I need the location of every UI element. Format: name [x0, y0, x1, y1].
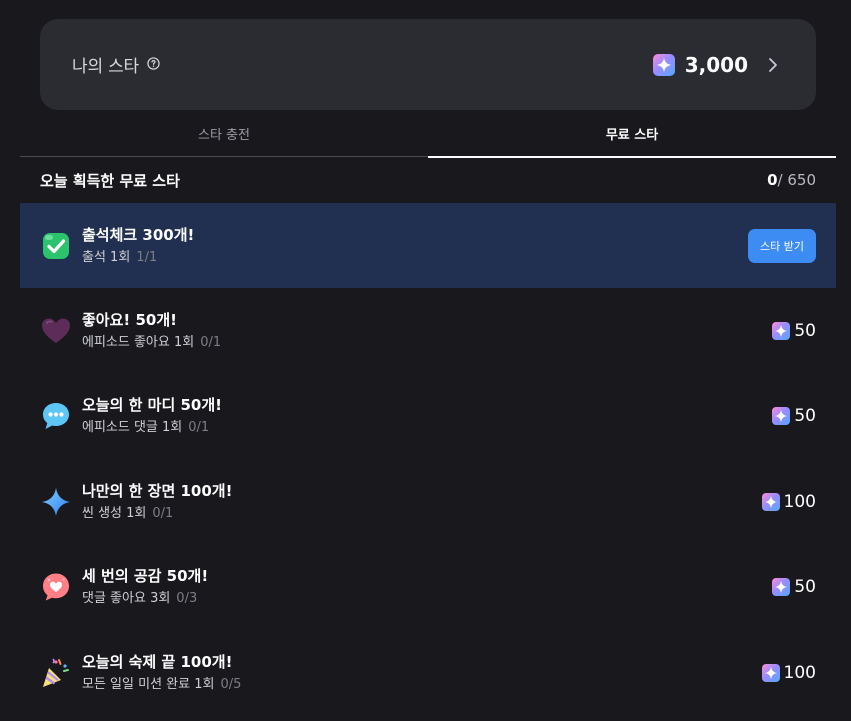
reward-amount: 100 [783, 662, 816, 683]
mission-row-comment: 오늘의 한 마디 50개! 에피소드 댓글 1회 0/1 50 [20, 373, 836, 458]
reward-amount: 50 [794, 320, 816, 341]
summary-current: 0 [767, 171, 778, 189]
star-coin-icon [761, 663, 780, 682]
mission-reward: 100 [761, 662, 816, 683]
mission-title: 오늘의 한 마디 50개! [82, 396, 222, 414]
star-coin-icon [652, 53, 675, 76]
my-star-label: 나의 스타 [72, 57, 139, 77]
mission-progress: 0/1 [200, 335, 222, 350]
reward-amount: 50 [794, 576, 816, 597]
mission-subtitle: 댓글 좋아요 3회 [82, 591, 171, 606]
sparkle-icon [40, 486, 72, 518]
chevron-right-icon[interactable] [768, 57, 778, 73]
reward-amount: 50 [794, 405, 816, 426]
star-coin-icon [761, 492, 780, 511]
tab-star-charge[interactable]: 스타 충전 [20, 110, 428, 157]
mission-title: 좋아요! 50개! [82, 311, 177, 329]
party-popper-icon [40, 657, 72, 689]
star-coin-icon [772, 577, 791, 596]
mission-progress: 0/1 [188, 420, 210, 435]
heart-icon [40, 315, 72, 347]
mission-reward: 50 [772, 577, 816, 597]
star-balance-value: 3,000 [684, 52, 748, 77]
claim-star-button[interactable]: 스타 받기 [748, 228, 816, 263]
summary-count: 0/ 650 [767, 171, 816, 189]
mission-reward: 100 [761, 491, 816, 512]
check-icon [40, 230, 72, 262]
tab-free-star[interactable]: 무료 스타 [428, 110, 836, 158]
mission-row-attendance: 출석체크 300개! 출석 1회 1/1 스타 받기 [20, 203, 836, 288]
reward-amount: 100 [783, 491, 816, 512]
mission-subtitle: 씬 생성 1회 [82, 506, 147, 521]
mission-title: 나만의 한 장면 100개! [82, 482, 233, 500]
mission-reward: 50 [772, 406, 816, 426]
star-coin-icon [772, 321, 791, 340]
mission-progress: 0/3 [176, 591, 198, 606]
summary-title: 오늘 획득한 무료 스타 [40, 171, 180, 190]
mission-title: 출석체크 300개! [82, 226, 195, 244]
mission-progress: 0/1 [152, 506, 174, 521]
mission-row-all-daily: 오늘의 숙제 끝 100개! 모든 일일 미션 완료 1회 0/5 100 [20, 630, 836, 715]
mission-subtitle: 에피소드 댓글 1회 [82, 420, 183, 435]
heart-bubble-icon [40, 571, 72, 603]
star-balance: 3,000 [652, 52, 748, 77]
mission-row-like: 좋아요! 50개! 에피소드 좋아요 1회 0/1 50 [20, 288, 836, 373]
mission-title: 세 번의 공감 50개! [82, 567, 209, 585]
tab-bar: 스타 충전 무료 스타 [20, 110, 836, 158]
my-star-card[interactable]: 나의 스타 3,000 [40, 19, 816, 110]
mission-row-scene: 나만의 한 장면 100개! 씬 생성 1회 0/1 100 [20, 459, 836, 544]
mission-progress: 0/5 [220, 677, 242, 692]
daily-summary: 오늘 획득한 무료 스타 0/ 650 [40, 168, 816, 192]
star-coin-icon [772, 406, 791, 425]
help-icon[interactable] [147, 57, 160, 70]
mission-progress: 1/1 [136, 250, 158, 265]
mission-reward: 50 [772, 321, 816, 341]
mission-title: 오늘의 숙제 끝 100개! [82, 653, 233, 671]
mission-subtitle: 에피소드 좋아요 1회 [82, 335, 195, 350]
summary-total: / 650 [777, 171, 816, 189]
speech-bubble-icon [40, 400, 72, 432]
mission-subtitle: 출석 1회 [82, 250, 131, 265]
mission-row-comment-likes: 세 번의 공감 50개! 댓글 좋아요 3회 0/3 50 [20, 544, 836, 629]
mission-subtitle: 모든 일일 미션 완료 1회 [82, 677, 215, 692]
